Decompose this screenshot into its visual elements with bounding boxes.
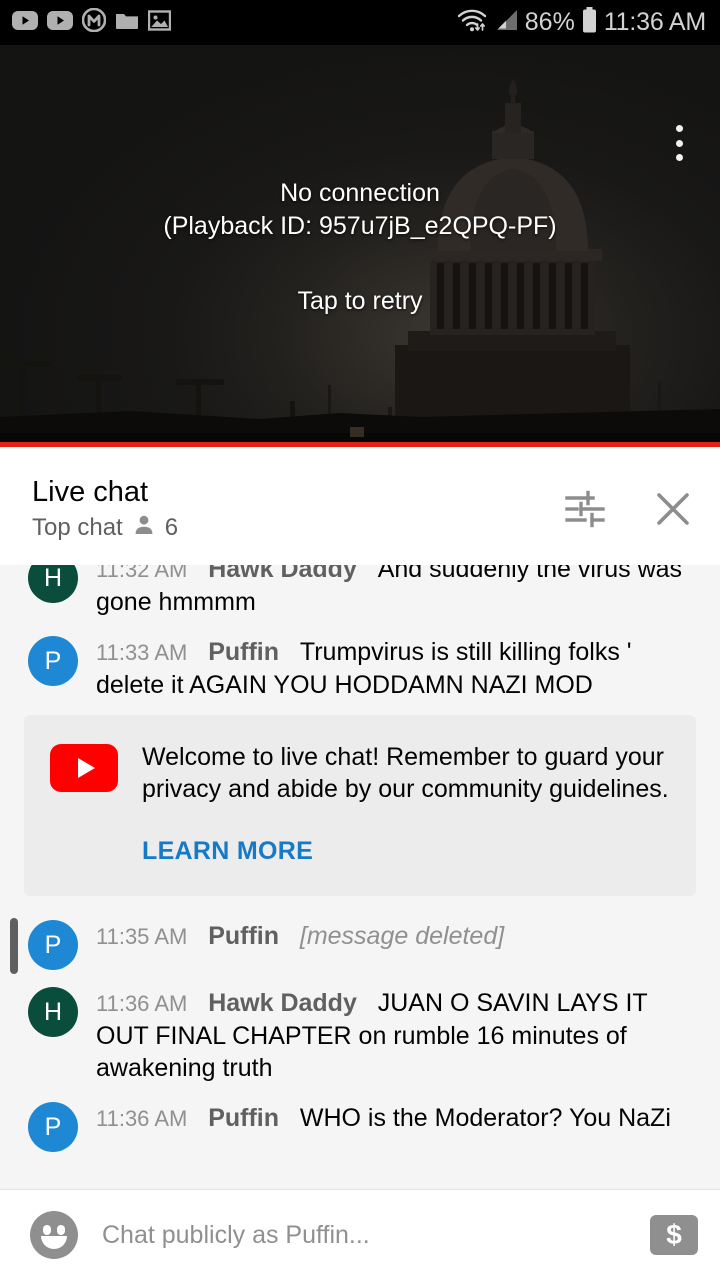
video-player[interactable]: No connection (Playback ID: 957u7jB_e2QP… [0, 45, 720, 447]
welcome-card-text: Welcome to live chat! Remember to guard … [142, 743, 669, 803]
person-icon [133, 514, 155, 541]
live-chat-header: Live chat Top chat 6 [0, 452, 720, 565]
youtube-live-chat-screen: 86% 11:36 AM No connection (Playback ID:… [0, 0, 720, 1280]
message-author[interactable]: Hawk Daddy [208, 989, 357, 1017]
message-body: 11:33 AM Puffin Trumpvirus is still kill… [78, 636, 696, 701]
status-bar-notifications [12, 7, 172, 37]
message-timestamp: 11:36 AM [96, 991, 188, 1016]
message-timestamp: 11:36 AM [96, 1106, 188, 1131]
avatar: P [28, 1102, 78, 1152]
status-clock: 11:36 AM [603, 8, 706, 36]
player-error-overlay[interactable]: No connection (Playback ID: 957u7jB_e2QP… [0, 45, 720, 447]
message-author[interactable]: Puffin [208, 1104, 279, 1132]
status-bar: 86% 11:36 AM [0, 0, 720, 45]
wifi-icon [457, 7, 487, 38]
tap-to-retry-label[interactable]: Tap to retry [297, 287, 422, 316]
error-line-2: (Playback ID: 957u7jB_e2QPQ-PF) [163, 211, 557, 240]
avatar-initial: P [44, 930, 62, 959]
viewer-count: 6 [164, 513, 179, 541]
play-triangle-icon [77, 758, 95, 778]
super-chat-icon[interactable]: $ [650, 1215, 698, 1255]
battery-icon [582, 7, 597, 38]
emoji-icon[interactable] [30, 1211, 78, 1259]
chat-filter-icon[interactable] [562, 486, 608, 532]
status-bar-system: 86% 11:36 AM [457, 7, 706, 38]
youtube-logo-icon [50, 744, 118, 792]
avatar-initial: P [44, 1112, 62, 1141]
message-timestamp: 11:35 AM [96, 924, 188, 949]
message-text: WHO is the Moderator? You NaZi [299, 1104, 671, 1132]
avatar-initial: P [44, 646, 62, 675]
learn-more-link[interactable]: LEARN MORE [142, 837, 672, 866]
live-chat-actions [562, 486, 696, 532]
message-body: 11:35 AM Puffin [message deleted] [78, 920, 696, 970]
message-body: 11:36 AM Hawk Daddy JUAN O SAVIN LAYS IT… [78, 987, 696, 1084]
list-item[interactable]: H 11:36 AM Hawk Daddy JUAN O SAVIN LAYS … [0, 987, 720, 1084]
live-chat-title: Live chat [32, 476, 149, 508]
live-chat-message-list[interactable]: H 11:32 AM Hawk Daddy And suddenly the v… [0, 565, 720, 1190]
battery-percent: 86% [524, 8, 575, 36]
message-body: 11:32 AM Hawk Daddy And suddenly the vir… [78, 565, 696, 618]
message-author[interactable]: Puffin [208, 922, 279, 950]
message-timestamp: 11:33 AM [96, 640, 188, 665]
close-icon[interactable] [650, 486, 696, 532]
chat-compose-bar: Chat publicly as Puffin... $ [0, 1190, 720, 1280]
message-author[interactable]: Puffin [208, 638, 279, 666]
message-author[interactable]: Hawk Daddy [208, 565, 357, 583]
list-item[interactable]: P 11:33 AM Puffin Trumpvirus is still ki… [0, 636, 720, 701]
message-timestamp: 11:32 AM [96, 565, 188, 582]
avatar: H [28, 565, 78, 603]
list-item[interactable]: P 11:35 AM Puffin [message deleted] [0, 920, 720, 970]
avatar-initial: H [43, 997, 63, 1026]
cell-signal-icon [494, 9, 518, 36]
chat-scrollbar-thumb[interactable] [10, 918, 18, 974]
message-body: 11:36 AM Puffin WHO is the Moderator? Yo… [78, 1102, 696, 1152]
avatar: P [28, 920, 78, 970]
live-chat-welcome-card: Welcome to live chat! Remember to guard … [24, 715, 696, 896]
youtube-icon [47, 10, 73, 35]
list-item[interactable]: H 11:32 AM Hawk Daddy And suddenly the v… [0, 565, 720, 618]
welcome-card-body: Welcome to live chat! Remember to guard … [118, 741, 672, 866]
avatar-initial: H [43, 565, 63, 592]
message-text: [message deleted] [299, 922, 505, 950]
avatar: P [28, 636, 78, 686]
image-icon [147, 9, 172, 36]
error-line-1: No connection [280, 178, 440, 207]
chat-mode-label[interactable]: Top chat [32, 514, 123, 541]
folder-icon [115, 10, 139, 35]
live-chat-subrow[interactable]: Top chat 6 [32, 514, 178, 541]
progress-bar[interactable] [0, 442, 720, 447]
m-circle-icon [81, 7, 107, 37]
avatar: H [28, 987, 78, 1037]
list-item[interactable]: P 11:36 AM Puffin WHO is the Moderator? … [0, 1102, 720, 1152]
live-chat-titles: Live chat Top chat 6 [32, 476, 178, 541]
chat-input[interactable]: Chat publicly as Puffin... [78, 1219, 650, 1251]
youtube-icon [12, 10, 38, 35]
